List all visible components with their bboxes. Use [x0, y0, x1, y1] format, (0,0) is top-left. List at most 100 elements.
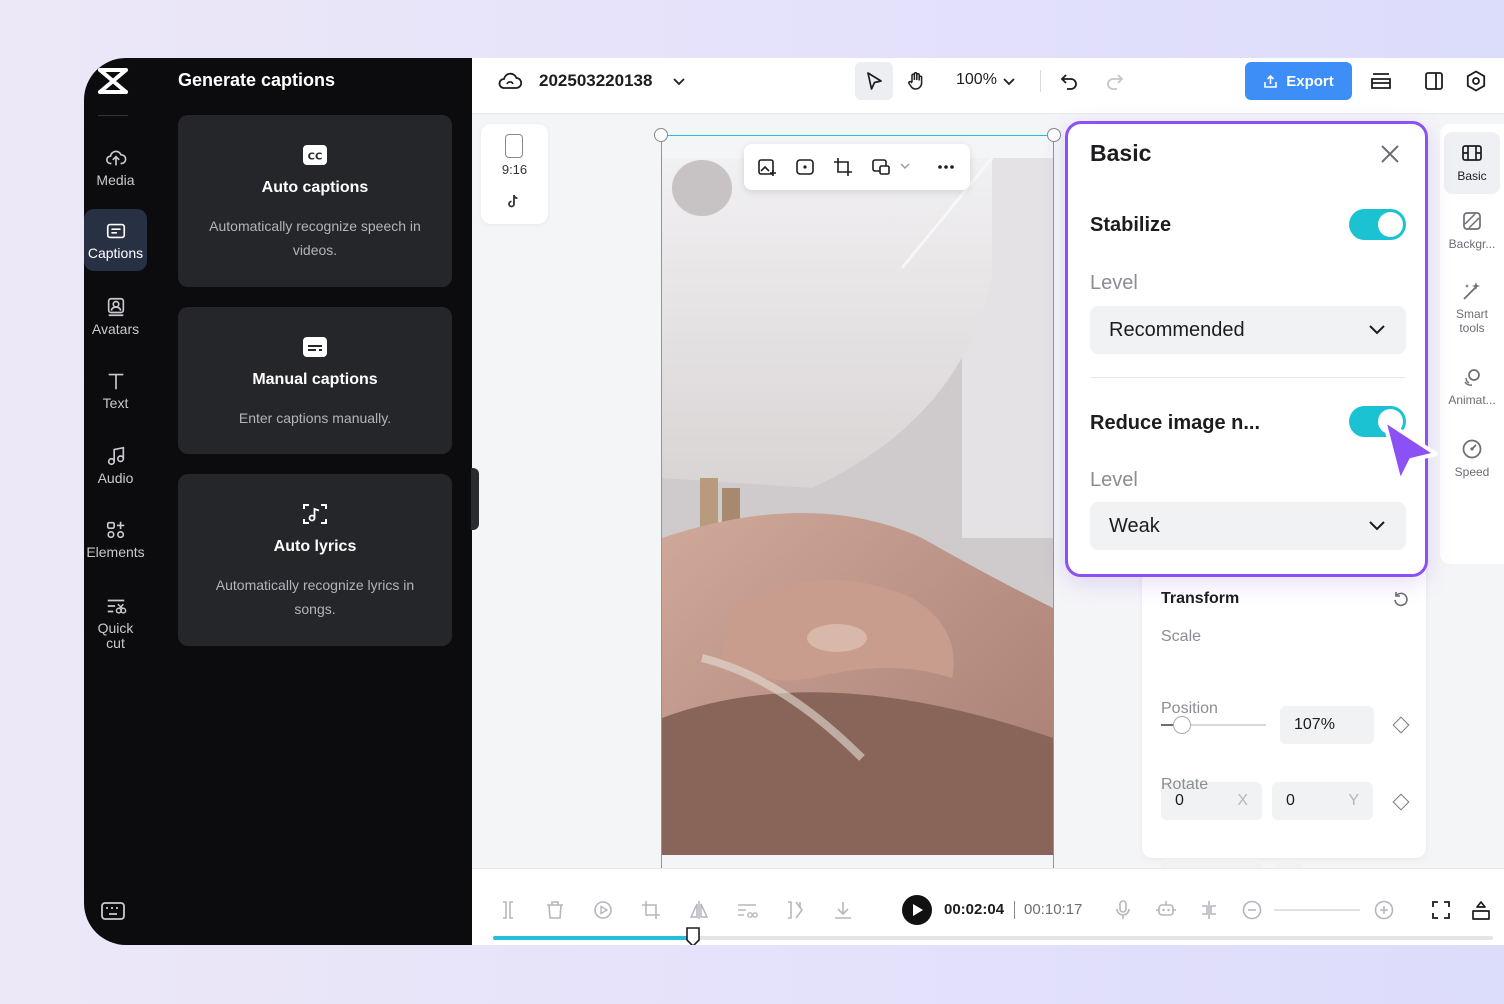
resize-handle-top-left[interactable] — [654, 128, 668, 142]
position-y-input[interactable]: 0 Y — [1272, 782, 1373, 820]
microphone-icon[interactable] — [1112, 899, 1134, 921]
close-icon[interactable] — [1378, 142, 1402, 166]
auto-captions-card[interactable]: CC Auto captions Automatically recognize… — [178, 115, 452, 287]
fullscreen-icon[interactable] — [1430, 899, 1452, 921]
layers-icon[interactable] — [1369, 69, 1393, 93]
manual-captions-card[interactable]: Manual captions Enter captions manually. — [178, 307, 452, 454]
zoom-level[interactable]: 100% — [956, 71, 997, 89]
select-tool-button[interactable] — [855, 62, 893, 100]
replace-icon[interactable] — [871, 157, 891, 177]
keyboard-icon[interactable] — [101, 901, 125, 921]
rail-item-audio[interactable]: Audio — [84, 436, 147, 494]
stabilize-level-select[interactable]: Recommended — [1090, 306, 1406, 354]
flip-icon[interactable] — [688, 899, 710, 921]
export-label: Export — [1286, 72, 1334, 90]
timeline-toolbar: 00:02:04 00:10:17 — [472, 868, 1504, 945]
scale-input[interactable]: 107% — [1280, 706, 1374, 744]
scale-slider-knob[interactable] — [1173, 716, 1191, 734]
expand-timeline-icon[interactable] — [1470, 899, 1492, 921]
playback-progress-fill — [493, 936, 693, 940]
fit-frame-icon[interactable] — [795, 157, 815, 177]
rail-label: Audio — [97, 469, 134, 486]
capcut-logo[interactable] — [96, 66, 130, 96]
tab-label: Smart — [1455, 307, 1488, 321]
cloud-upload-icon — [105, 150, 126, 165]
cloud-sync-icon[interactable] — [498, 70, 522, 92]
chevron-down-icon[interactable] — [672, 74, 686, 88]
tab-animation[interactable]: Animat... — [1440, 366, 1504, 407]
crop-icon[interactable] — [640, 899, 662, 921]
resize-handle-top-right[interactable] — [1047, 128, 1061, 142]
rail-label: cut — [106, 635, 125, 651]
position-x-value: 0 — [1175, 792, 1184, 809]
stabilize-level-value: Recommended — [1109, 319, 1245, 341]
toggle-knob — [1378, 212, 1403, 237]
ai-voice-icon[interactable] — [1155, 899, 1177, 921]
auto-lyrics-card[interactable]: Auto lyrics Automatically recognize lyri… — [178, 474, 452, 646]
captions-icon — [106, 223, 125, 238]
rotate-label: Rotate — [1161, 776, 1209, 793]
rail-item-quick-cut[interactable]: Quick cut — [84, 588, 147, 658]
hand-icon — [908, 72, 923, 90]
tab-background[interactable]: Backgr... — [1440, 210, 1504, 251]
download-icon[interactable] — [832, 899, 854, 921]
quick-cut-icon — [107, 599, 126, 614]
tab-basic[interactable]: Basic — [1444, 132, 1500, 194]
tab-smart-tools[interactable]: Smart tools — [1440, 280, 1504, 335]
tab-label: Basic — [1457, 169, 1487, 183]
cc-icon: CC — [303, 145, 327, 165]
tab-label: tools — [1459, 321, 1485, 335]
replace-image-icon[interactable] — [757, 157, 777, 177]
split-view-icon[interactable] — [1422, 69, 1446, 93]
playhead[interactable] — [686, 927, 700, 945]
tab-speed[interactable]: Speed — [1440, 438, 1504, 479]
transform-title: Transform — [1161, 590, 1240, 607]
hand-tool-button[interactable] — [897, 62, 935, 100]
chevron-down-icon[interactable] — [1002, 74, 1016, 88]
left-rail: Media Captions Avatars Text Audio Elemen… — [84, 58, 159, 945]
split-icon[interactable] — [497, 899, 519, 921]
reset-icon[interactable] — [1392, 590, 1410, 608]
card-desc: Automatically recognize speech in videos… — [209, 218, 421, 258]
rail-item-avatars[interactable]: Avatars — [84, 287, 147, 345]
collapse-panel-handle[interactable] — [471, 468, 479, 530]
settings-icon[interactable] — [1464, 69, 1488, 93]
quick-cut-icon[interactable] — [736, 899, 758, 921]
undo-icon[interactable] — [1058, 70, 1080, 92]
chevron-down-icon[interactable] — [899, 160, 911, 172]
animation-icon — [1464, 369, 1480, 386]
card-title: Auto captions — [261, 179, 369, 196]
rail-item-media[interactable]: Media — [84, 138, 147, 196]
crop-icon[interactable] — [833, 157, 853, 177]
timeline-zoom-slider[interactable] — [1274, 909, 1360, 911]
project-name[interactable]: 202503220138 — [539, 71, 652, 91]
zoom-in-icon[interactable] — [1373, 899, 1395, 921]
play-button[interactable] — [902, 895, 932, 925]
reduce-level-select[interactable]: Weak — [1090, 502, 1406, 550]
split-screen-icon[interactable] — [1198, 899, 1220, 921]
trim-icon[interactable] — [784, 899, 806, 921]
film-icon — [1462, 145, 1482, 161]
rail-item-elements[interactable]: Elements — [84, 510, 147, 568]
export-button[interactable]: Export — [1245, 62, 1352, 100]
reduce-level-value: Weak — [1109, 515, 1160, 537]
stabilize-toggle[interactable] — [1349, 209, 1406, 240]
card-title: Manual captions — [252, 371, 378, 388]
more-icon[interactable] — [936, 157, 956, 177]
replay-icon[interactable] — [592, 899, 614, 921]
playback-progress[interactable] — [493, 936, 1493, 940]
rail-label: Elements — [86, 543, 145, 560]
aspect-ratio-selector[interactable]: 9:16 — [481, 124, 548, 224]
rail-label: Media — [96, 171, 135, 188]
scale-keyframe-icon[interactable] — [1392, 716, 1410, 734]
rail-item-text[interactable]: Text — [84, 361, 147, 419]
position-keyframe-icon[interactable] — [1392, 793, 1410, 811]
scale-label: Scale — [1161, 628, 1202, 645]
selection-frame[interactable] — [661, 135, 1054, 945]
elements-icon — [106, 521, 124, 538]
redo-icon[interactable] — [1104, 70, 1126, 92]
zoom-out-icon[interactable] — [1241, 899, 1263, 921]
rail-item-captions[interactable]: Captions — [84, 209, 147, 271]
background-icon — [1463, 212, 1481, 230]
delete-icon[interactable] — [544, 899, 566, 921]
